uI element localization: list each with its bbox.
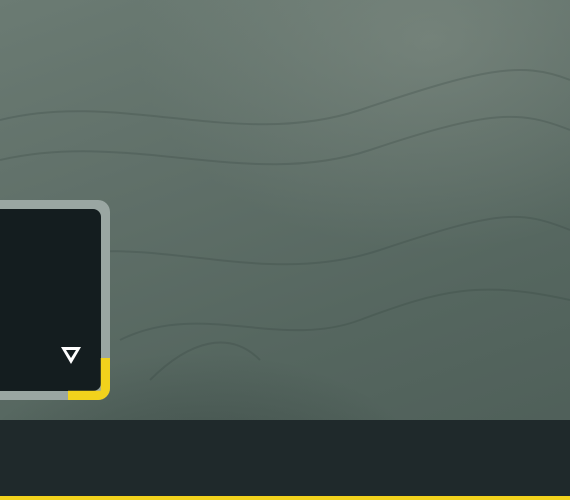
hand-card-frame[interactable] <box>0 200 110 400</box>
triangle-down-icon[interactable] <box>59 343 83 367</box>
bottom-accent-line <box>0 496 570 500</box>
bottom-panel <box>0 420 570 500</box>
game-screen <box>0 0 570 500</box>
hand-card-face[interactable] <box>0 209 101 391</box>
